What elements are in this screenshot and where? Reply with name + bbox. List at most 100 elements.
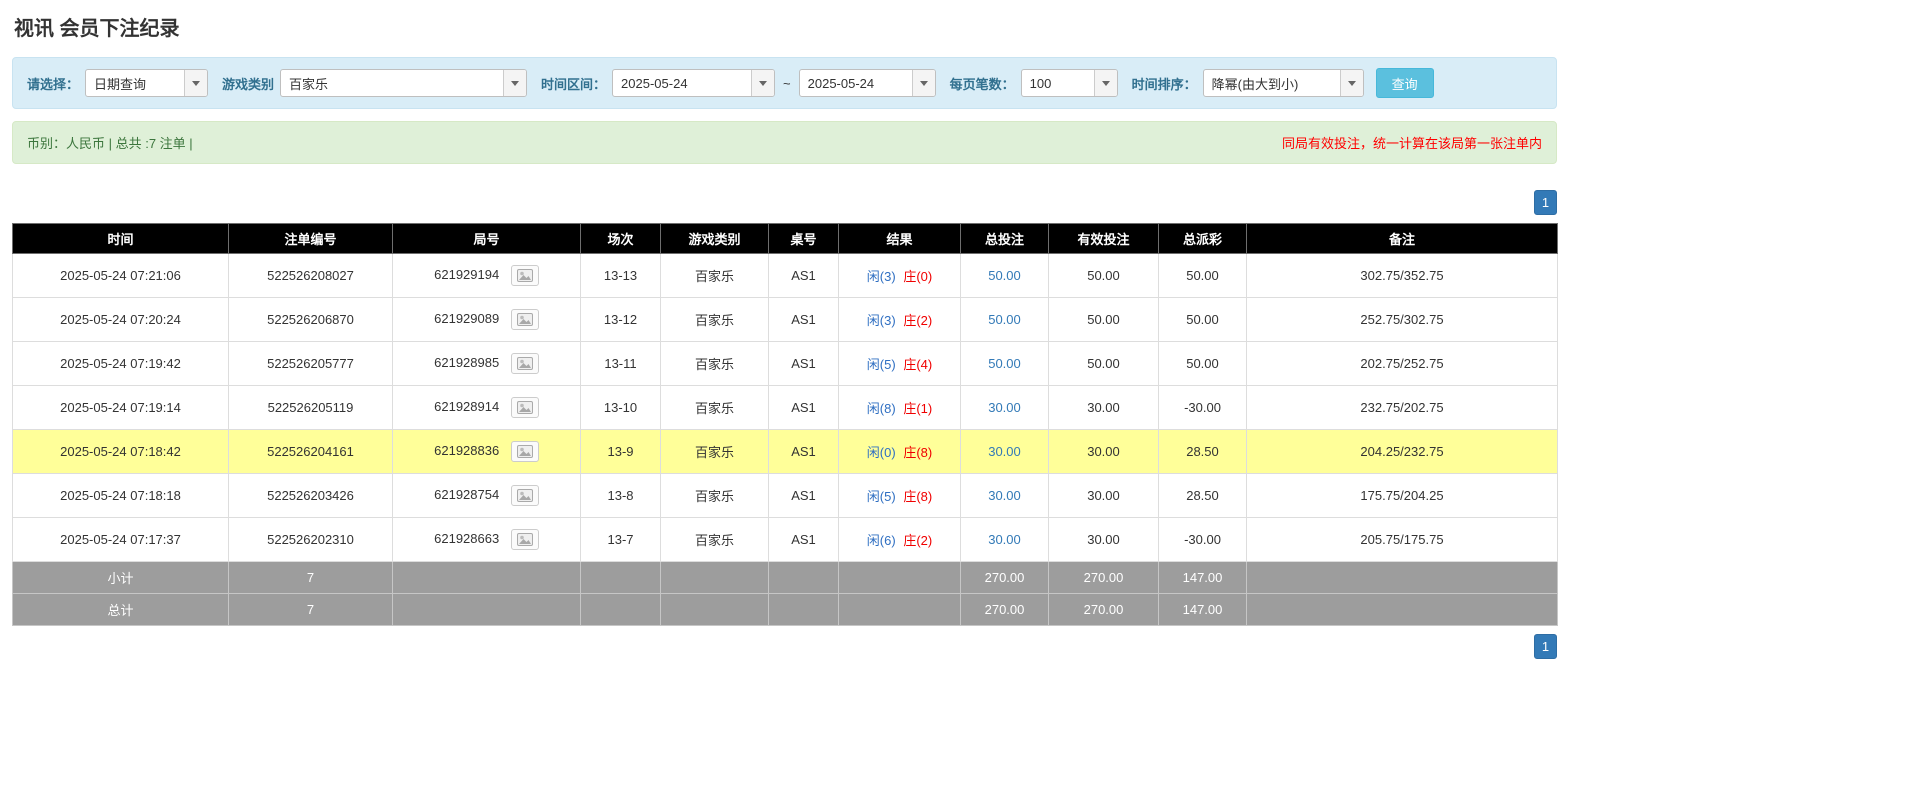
cell-table: AS1 xyxy=(768,341,839,386)
cell-valid-bet: 50.00 xyxy=(1048,341,1159,386)
total-bet-link[interactable]: 30.00 xyxy=(988,488,1021,503)
cell-total-bet: 50.00 xyxy=(960,253,1049,298)
video-replay-icon[interactable] xyxy=(510,529,539,550)
cell-remark: 232.75/202.75 xyxy=(1246,385,1558,430)
page-size-combobox[interactable] xyxy=(1020,69,1118,97)
cell-total-bet: 50.00 xyxy=(960,341,1049,386)
result-player: 闲(8) xyxy=(866,401,896,416)
search-button[interactable]: 查询 xyxy=(1375,68,1434,98)
total-valid-bet: 270.00 xyxy=(1048,593,1159,626)
summary-empty-cell xyxy=(580,561,661,594)
date-from-combobox[interactable] xyxy=(612,69,776,97)
cell-game: 百家乐 xyxy=(660,473,769,518)
sort-order-label: 时间排序： xyxy=(1131,76,1197,92)
video-replay-icon[interactable] xyxy=(510,353,539,374)
chevron-down-icon[interactable] xyxy=(751,70,775,96)
cell-game: 百家乐 xyxy=(660,297,769,342)
query-type-input[interactable] xyxy=(86,70,185,96)
cell-valid-bet: 30.00 xyxy=(1048,473,1159,518)
chevron-down-icon[interactable] xyxy=(503,70,527,96)
cell-session: 13-13 xyxy=(580,253,661,298)
game-type-combobox[interactable] xyxy=(280,69,528,97)
col-header-round: 局号 xyxy=(392,223,581,254)
cell-valid-bet: 50.00 xyxy=(1048,297,1159,342)
cell-round: 621928836 xyxy=(392,429,581,474)
col-header-total-bet: 总投注 xyxy=(960,223,1049,254)
cell-valid-bet: 30.00 xyxy=(1048,517,1159,562)
cell-result: 闲(3) 庄(2) xyxy=(838,297,961,342)
video-replay-icon[interactable] xyxy=(510,309,539,330)
summary-empty-cell xyxy=(838,561,961,594)
page-1-button[interactable]: 1 xyxy=(1534,634,1557,659)
total-bet-link[interactable]: 30.00 xyxy=(988,400,1021,415)
col-header-session: 场次 xyxy=(580,223,661,254)
cell-game: 百家乐 xyxy=(660,429,769,474)
cell-total-bet: 50.00 xyxy=(960,297,1049,342)
cell-table: AS1 xyxy=(768,385,839,430)
result-banker: 庄(2) xyxy=(903,533,933,548)
currency-summary-text: 币别：人民币 | 总共 :7 注单 | xyxy=(27,136,193,151)
cell-bet-id: 522526208027 xyxy=(228,253,393,298)
cell-bet-id: 522526204161 xyxy=(228,429,393,474)
total-bet-link[interactable]: 50.00 xyxy=(988,312,1021,327)
video-replay-icon[interactable] xyxy=(510,265,539,286)
summary-empty-cell xyxy=(580,593,661,626)
chevron-down-icon[interactable] xyxy=(1093,70,1117,96)
cell-game: 百家乐 xyxy=(660,253,769,298)
subtotal-row: 小计 7 270.00 270.00 147.00 xyxy=(12,561,1558,594)
summary-empty-cell xyxy=(1246,593,1558,626)
col-header-payout: 总派彩 xyxy=(1158,223,1247,254)
sort-order-input[interactable] xyxy=(1203,70,1340,96)
cell-result: 闲(0) 庄(8) xyxy=(838,429,961,474)
total-bet-link[interactable]: 30.00 xyxy=(988,532,1021,547)
table-row: 2025-05-24 07:18:18 522526203426 6219287… xyxy=(12,473,1558,518)
result-banker: 庄(8) xyxy=(903,489,933,504)
video-replay-icon[interactable] xyxy=(510,485,539,506)
time-range-label: 时间区间： xyxy=(541,76,607,92)
cell-session: 13-11 xyxy=(580,341,661,386)
video-replay-icon[interactable] xyxy=(510,397,539,418)
date-to-combobox[interactable] xyxy=(798,69,936,97)
round-id: 621928754 xyxy=(434,486,500,502)
result-banker: 庄(2) xyxy=(903,313,933,328)
cell-time: 2025-05-24 07:18:42 xyxy=(12,429,229,474)
summary-empty-cell xyxy=(660,561,769,594)
sort-order-combobox[interactable] xyxy=(1202,69,1364,97)
summary-empty-cell xyxy=(1246,561,1558,594)
result-banker: 庄(4) xyxy=(903,357,933,372)
page-1-button[interactable]: 1 xyxy=(1534,190,1557,215)
table-row: 2025-05-24 07:20:24 522526206870 6219290… xyxy=(12,297,1558,342)
total-bet-link[interactable]: 30.00 xyxy=(988,444,1021,459)
page-size-input[interactable] xyxy=(1021,70,1094,96)
chevron-down-icon[interactable] xyxy=(1339,70,1363,96)
query-type-combobox[interactable] xyxy=(85,69,209,97)
chevron-down-icon[interactable] xyxy=(184,70,208,96)
game-type-input[interactable] xyxy=(281,70,504,96)
filter-bar: 请选择： 游戏类别 时间区间： ~ 每页笔数： 时间排序： xyxy=(12,57,1557,109)
cell-session: 13-10 xyxy=(580,385,661,430)
chevron-down-icon[interactable] xyxy=(911,70,935,96)
total-bet-link[interactable]: 50.00 xyxy=(988,268,1021,283)
cell-game: 百家乐 xyxy=(660,341,769,386)
total-row: 总计 7 270.00 270.00 147.00 xyxy=(12,593,1558,626)
cell-game: 百家乐 xyxy=(660,517,769,562)
cell-time: 2025-05-24 07:20:24 xyxy=(12,297,229,342)
cell-time: 2025-05-24 07:19:42 xyxy=(12,341,229,386)
date-range-separator: ~ xyxy=(783,75,791,91)
cell-remark: 252.75/302.75 xyxy=(1246,297,1558,342)
col-header-bet-id: 注单编号 xyxy=(228,223,393,254)
col-header-game: 游戏类别 xyxy=(660,223,769,254)
cell-total-bet: 30.00 xyxy=(960,385,1049,430)
date-from-input[interactable] xyxy=(613,70,752,96)
cell-valid-bet: 30.00 xyxy=(1048,429,1159,474)
total-bet-link[interactable]: 50.00 xyxy=(988,356,1021,371)
cell-table: AS1 xyxy=(768,473,839,518)
cell-payout: 50.00 xyxy=(1158,341,1247,386)
cell-remark: 302.75/352.75 xyxy=(1246,253,1558,298)
cell-bet-id: 522526206870 xyxy=(228,297,393,342)
subtotal-label: 小计 xyxy=(12,561,229,594)
round-id: 621928836 xyxy=(434,442,500,458)
video-replay-icon[interactable] xyxy=(510,441,539,462)
cell-result: 闲(6) 庄(2) xyxy=(838,517,961,562)
date-to-input[interactable] xyxy=(799,70,912,96)
